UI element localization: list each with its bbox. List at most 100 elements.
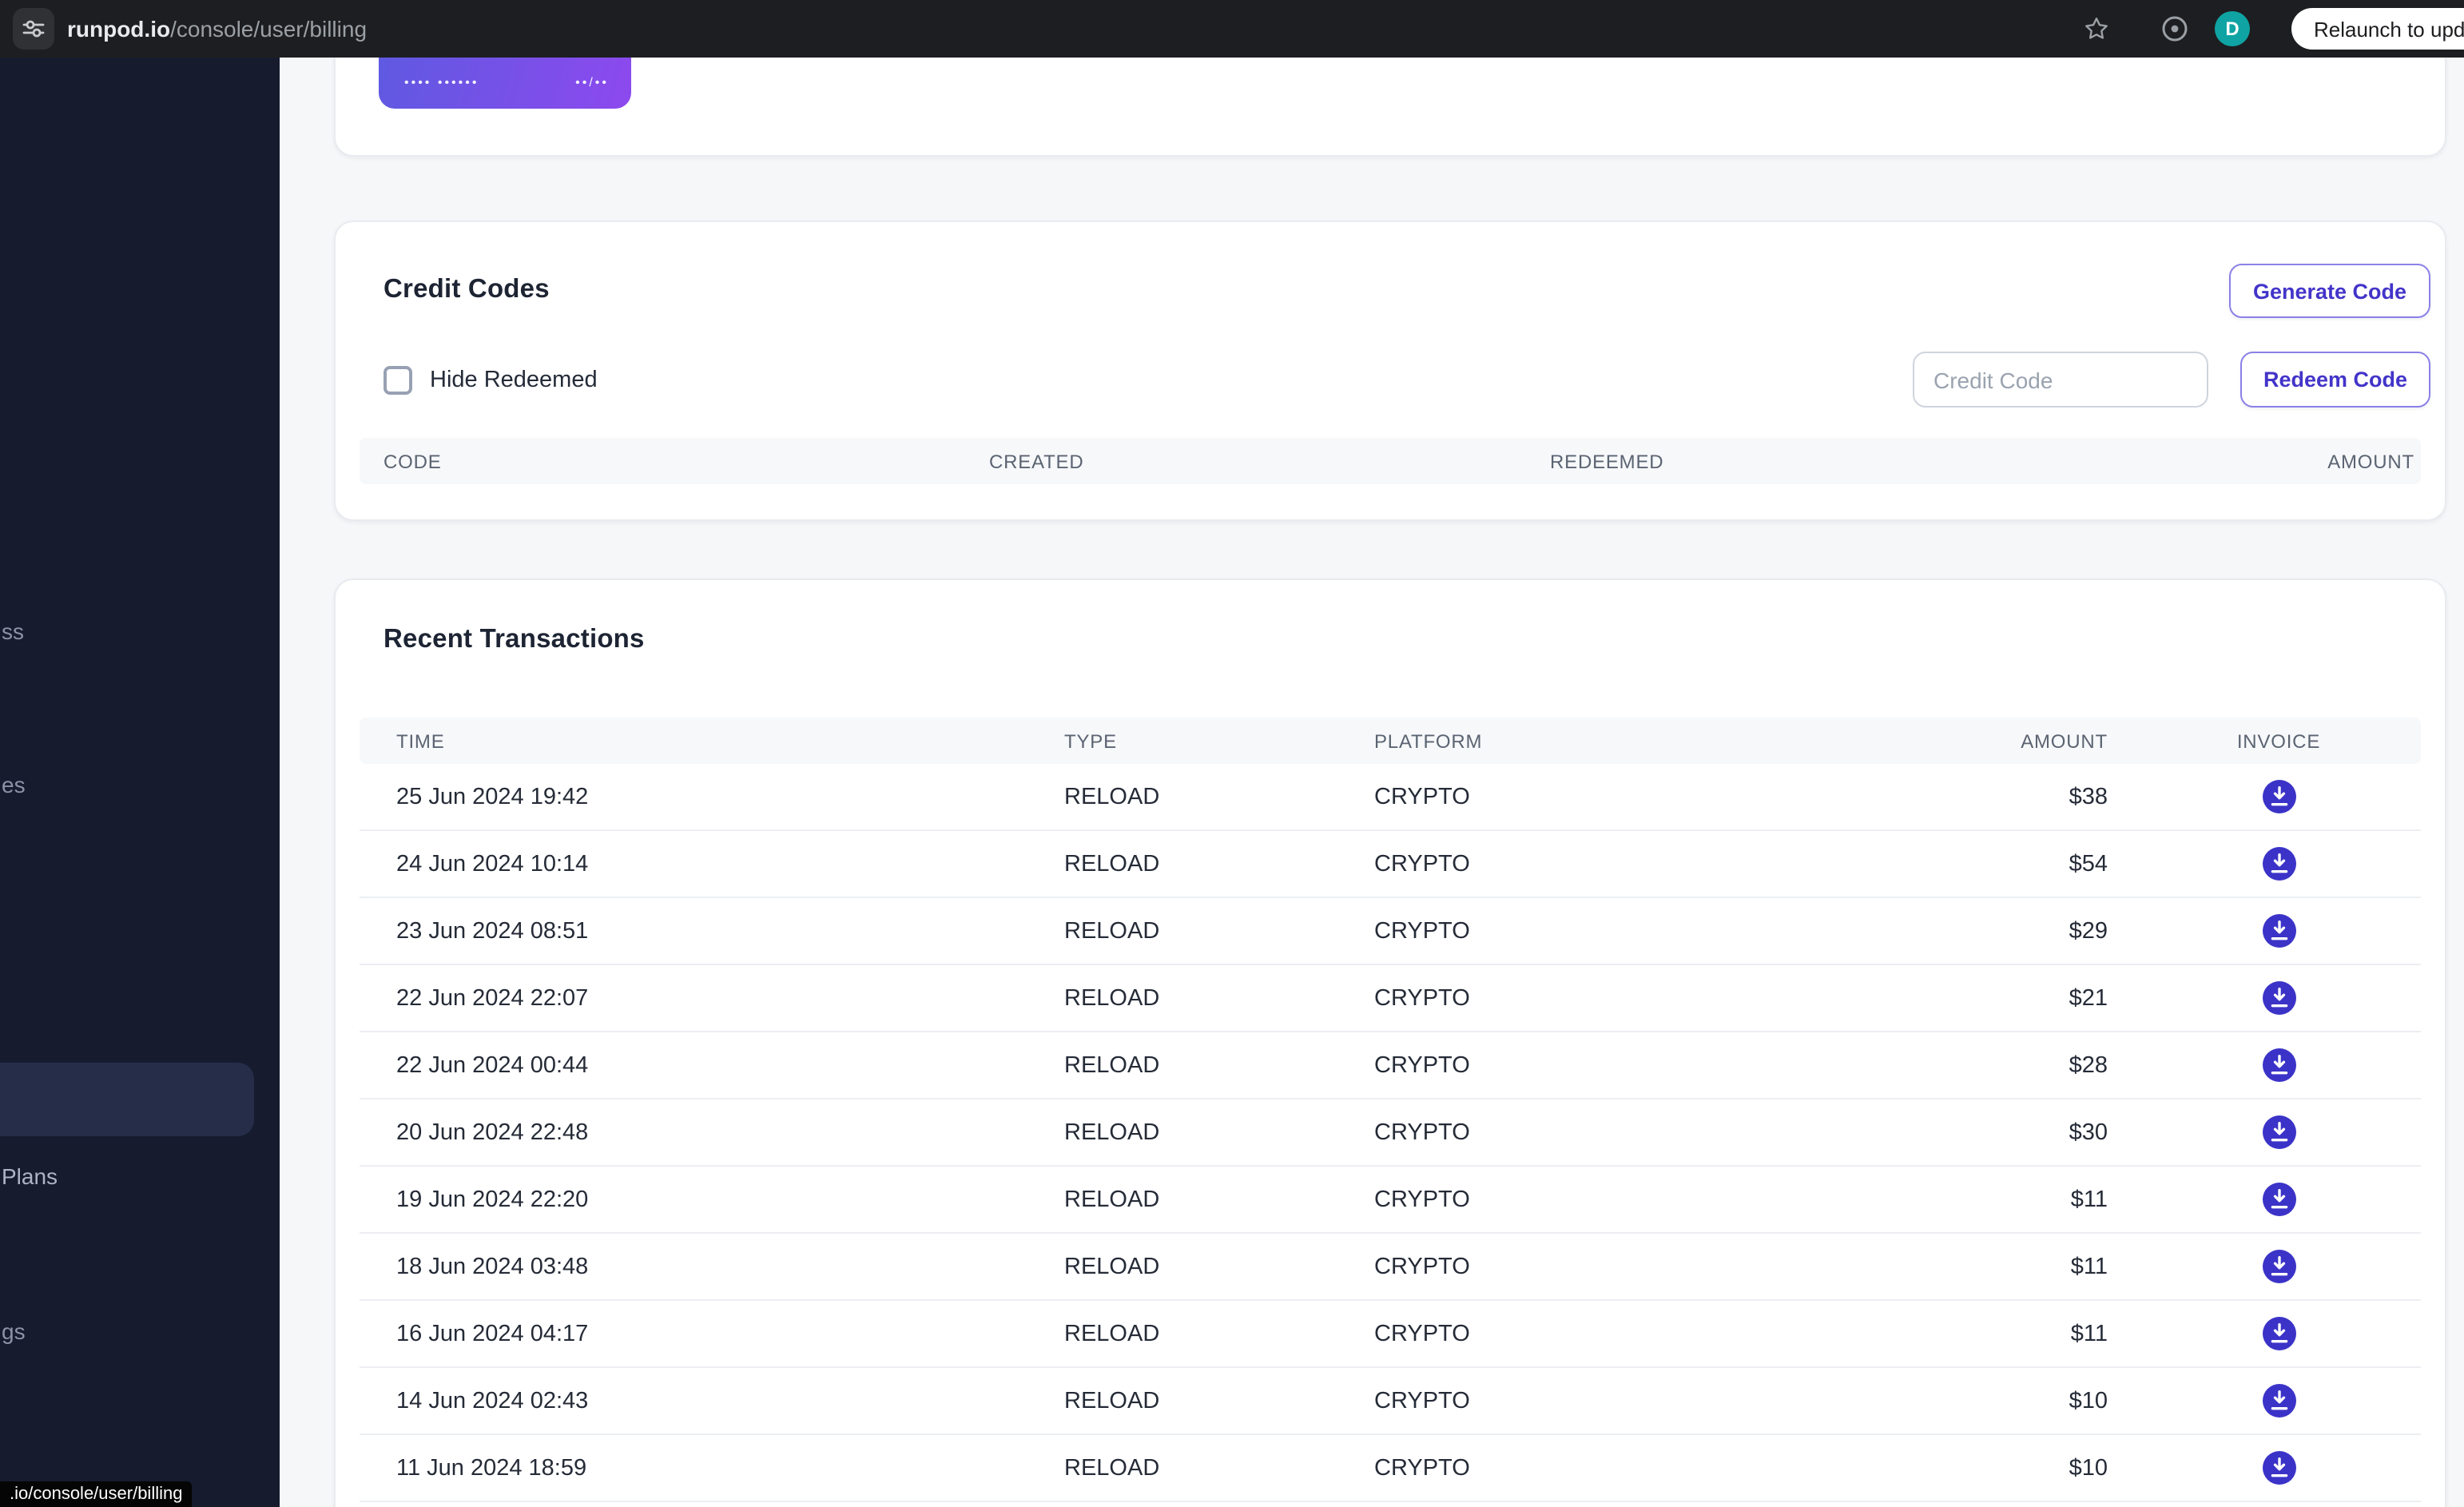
transaction-type: RELOAD — [1064, 918, 1160, 944]
card-masked-number: •••• •••••• — [404, 75, 479, 89]
credit-codes-title: Credit Codes — [384, 275, 550, 304]
invoice-download-icon — [2262, 1317, 2295, 1350]
invoice-download-button[interactable] — [2262, 1317, 2295, 1350]
transaction-time: 22 Jun 2024 00:44 — [396, 1052, 589, 1078]
invoice-download-button[interactable] — [2262, 1115, 2295, 1149]
column-header-amount: AMOUNT — [2327, 450, 2414, 472]
column-header-type: TYPE — [1064, 730, 1117, 752]
transaction-row: 14 Jun 2024 02:43 RELOAD CRYPTO $10 — [360, 1368, 2421, 1435]
column-header-platform: PLATFORM — [1374, 730, 1483, 752]
transaction-type: RELOAD — [1064, 851, 1160, 877]
invoice-download-button[interactable] — [2262, 1250, 2295, 1283]
credit-codes-controls: Hide Redeemed Redeem Code — [384, 352, 2430, 408]
transaction-platform: CRYPTO — [1374, 851, 1470, 877]
invoice-download-button[interactable] — [2262, 981, 2295, 1015]
transaction-platform: CRYPTO — [1374, 1321, 1470, 1346]
transaction-amount: $54 — [2069, 851, 2108, 877]
column-header-code: CODE — [384, 450, 442, 472]
transaction-platform: CRYPTO — [1374, 985, 1470, 1011]
redeem-code-button[interactable]: Redeem Code — [2240, 352, 2430, 408]
profile-avatar[interactable]: D — [2215, 11, 2250, 46]
address-bar-url[interactable]: runpod.io/console/user/billing — [67, 0, 367, 58]
transaction-type: RELOAD — [1064, 1388, 1160, 1414]
relaunch-button[interactable]: Relaunch to upda — [2291, 8, 2464, 50]
transaction-type: RELOAD — [1064, 1119, 1160, 1145]
transaction-amount: $30 — [2069, 1119, 2108, 1145]
hide-redeemed-label: Hide Redeemed — [430, 367, 598, 392]
transaction-time: 22 Jun 2024 22:07 — [396, 985, 589, 1011]
transaction-platform: CRYPTO — [1374, 784, 1470, 809]
transaction-row: 11 Jun 2024 18:59 RELOAD CRYPTO $10 — [360, 1435, 2421, 1502]
transaction-type: RELOAD — [1064, 1321, 1160, 1346]
credit-codes-table-header: CODE CREATED REDEEMED AMOUNT — [360, 438, 2421, 484]
column-header-time: TIME — [396, 730, 445, 752]
sidebar-item-fragment[interactable]: es — [2, 772, 26, 797]
sidebar-item-fragment[interactable]: ss — [2, 618, 24, 644]
transaction-row: 25 Jun 2024 19:42 RELOAD CRYPTO $38 — [360, 764, 2421, 831]
url-host: runpod.io — [67, 16, 171, 42]
transaction-type: RELOAD — [1064, 985, 1160, 1011]
recent-transactions-title: Recent Transactions — [384, 625, 645, 654]
invoice-download-button[interactable] — [2262, 847, 2295, 881]
column-header-created: CREATED — [989, 450, 1084, 472]
invoice-download-button[interactable] — [2262, 1183, 2295, 1216]
transaction-type: RELOAD — [1064, 1187, 1160, 1212]
transaction-amount: $38 — [2069, 784, 2108, 809]
transaction-type: RELOAD — [1064, 1455, 1160, 1481]
credit-card-graphic: •••• •••••• ••/•• — [379, 58, 631, 109]
transaction-row: 20 Jun 2024 22:48 RELOAD CRYPTO $30 — [360, 1099, 2421, 1167]
extensions-icon[interactable] — [2160, 14, 2189, 43]
credit-codes-table: CODE CREATED REDEEMED AMOUNT — [360, 438, 2421, 484]
transaction-row: 24 Jun 2024 10:14 RELOAD CRYPTO $54 — [360, 831, 2421, 898]
sidebar: ss es Plans gs — [0, 58, 280, 1507]
invoice-download-icon — [2262, 1115, 2295, 1149]
invoice-download-icon — [2262, 981, 2295, 1015]
invoice-download-button[interactable] — [2262, 780, 2295, 813]
transaction-type: RELOAD — [1064, 1254, 1160, 1279]
invoice-download-button[interactable] — [2262, 1048, 2295, 1082]
hide-redeemed-checkbox[interactable] — [384, 365, 412, 394]
bookmark-star-icon[interactable] — [2082, 14, 2111, 43]
browser-toolbar: runpod.io/console/user/billing D Relaunc… — [0, 0, 2464, 58]
transaction-time: 20 Jun 2024 22:48 — [396, 1119, 589, 1145]
transaction-time: 24 Jun 2024 10:14 — [396, 851, 589, 877]
credit-card-masked-line: •••• •••••• ••/•• — [379, 75, 631, 89]
sidebar-item-fragment[interactable]: gs — [2, 1318, 26, 1344]
invoice-download-icon — [2262, 1384, 2295, 1418]
transaction-row: 22 Jun 2024 22:07 RELOAD CRYPTO $21 — [360, 965, 2421, 1032]
transaction-time: 19 Jun 2024 22:20 — [396, 1187, 589, 1212]
transaction-amount: $21 — [2069, 985, 2108, 1011]
main-content: •••• •••••• ••/•• Credit Codes Generate … — [280, 58, 2464, 1507]
recent-transactions-card: Recent Transactions TIME TYPE PLATFORM A… — [334, 579, 2446, 1507]
invoice-download-icon — [2262, 1250, 2295, 1283]
invoice-download-button[interactable] — [2262, 914, 2295, 948]
invoice-download-icon — [2262, 780, 2295, 813]
transaction-row: 23 Jun 2024 08:51 RELOAD CRYPTO $29 — [360, 898, 2421, 965]
transaction-amount: $11 — [2070, 1321, 2108, 1346]
invoice-download-button[interactable] — [2262, 1451, 2295, 1485]
invoice-download-icon — [2262, 1451, 2295, 1485]
sidebar-item-fragment[interactable]: Plans — [2, 1163, 58, 1189]
transaction-amount: $10 — [2069, 1388, 2108, 1414]
invoice-download-icon — [2262, 1048, 2295, 1082]
transaction-time: 23 Jun 2024 08:51 — [396, 918, 589, 944]
transaction-amount: $10 — [2069, 1455, 2108, 1481]
transaction-platform: CRYPTO — [1374, 1187, 1470, 1212]
invoice-download-icon — [2262, 914, 2295, 948]
transaction-row: 18 Jun 2024 03:48 RELOAD CRYPTO $11 — [360, 1234, 2421, 1301]
transaction-time: 14 Jun 2024 02:43 — [396, 1388, 589, 1414]
invoice-download-button[interactable] — [2262, 1384, 2295, 1418]
transaction-platform: CRYPTO — [1374, 1254, 1470, 1279]
credit-codes-card: Credit Codes Generate Code Hide Redeemed… — [334, 221, 2446, 521]
sidebar-active-item[interactable] — [0, 1063, 254, 1136]
transaction-platform: CRYPTO — [1374, 1388, 1470, 1414]
transaction-amount: $28 — [2069, 1052, 2108, 1078]
transaction-time: 16 Jun 2024 04:17 — [396, 1321, 589, 1346]
generate-code-button[interactable]: Generate Code — [2229, 264, 2430, 318]
site-settings-icon[interactable] — [13, 8, 54, 50]
credit-code-input[interactable] — [1913, 352, 2208, 408]
tune-icon — [22, 20, 45, 38]
column-header-invoice: INVOICE — [2236, 730, 2321, 752]
transaction-amount: $29 — [2069, 918, 2108, 944]
transactions-table-body: 25 Jun 2024 19:42 RELOAD CRYPTO $38 24 J… — [360, 764, 2421, 1502]
